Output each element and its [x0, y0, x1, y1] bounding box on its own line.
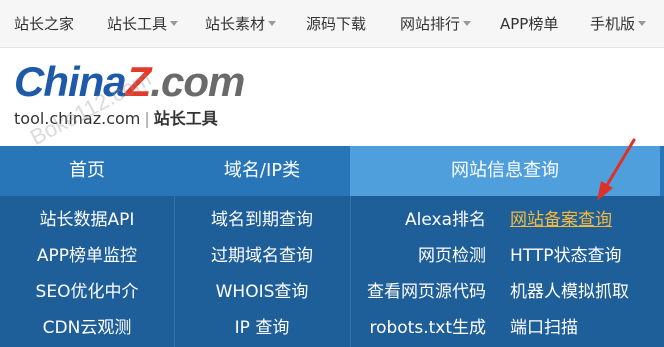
- tool-menu-panel: 首页 域名/IP类 网站信息查询 站长数据API APP榜单监控 SEO优化中介…: [0, 146, 664, 347]
- chevron-down-icon: [268, 21, 277, 26]
- menu-item-alexa[interactable]: Alexa排名: [350, 202, 486, 238]
- tab-home[interactable]: 首页: [0, 146, 174, 196]
- menu-item-expired-domain[interactable]: 过期域名查询: [174, 238, 350, 274]
- chinaz-logo[interactable]: ChinaZ.com: [14, 58, 245, 106]
- nav-item-chinaz-home[interactable]: 站长之家: [14, 0, 74, 48]
- chevron-down-icon: [170, 21, 179, 26]
- nav-item-label: 网站排行: [400, 15, 461, 33]
- chevron-down-icon: [463, 21, 472, 26]
- nav-item-label: 源码下载: [306, 15, 367, 33]
- tab-site-info-query[interactable]: 网站信息查询: [350, 146, 660, 196]
- tab-domain-ip[interactable]: 域名/IP类: [174, 146, 350, 196]
- menu-item-http-status[interactable]: HTTP状态查询: [510, 238, 622, 274]
- nav-item-materials[interactable]: 站长素材: [205, 0, 277, 48]
- menu-item-robot-crawl[interactable]: 机器人模拟抓取: [510, 274, 629, 310]
- nav-item-label: APP榜单: [500, 15, 559, 33]
- menu-item-domain-expiry[interactable]: 域名到期查询: [174, 202, 350, 238]
- menu-item-ip-query[interactable]: IP 查询: [174, 310, 350, 346]
- menu-tab-bar: 首页 域名/IP类 网站信息查询: [0, 146, 664, 196]
- nav-item-label: 手机版: [590, 15, 636, 33]
- menu-item-cdn[interactable]: CDN云观测: [0, 310, 174, 346]
- menu-item-robots[interactable]: robots.txt生成: [350, 310, 486, 346]
- header-logo-area: ChinaZ.com tool.chinaz.com | 站长工具: [0, 48, 664, 146]
- menu-item-icp-record[interactable]: 网站备案查询: [510, 202, 612, 238]
- nav-item-mobile[interactable]: 手机版: [590, 0, 647, 48]
- menu-item-page-check[interactable]: 网页检测: [350, 238, 486, 274]
- logo-subtitle: tool.chinaz.com | 站长工具: [14, 105, 218, 129]
- menu-item-app-monitor[interactable]: APP榜单监控: [0, 238, 174, 274]
- nav-item-site-ranking[interactable]: 网站排行: [400, 0, 472, 48]
- nav-item-webmaster-tools[interactable]: 站长工具: [107, 0, 179, 48]
- chevron-down-icon: [638, 21, 647, 26]
- nav-item-app-ranking[interactable]: APP榜单: [500, 0, 558, 48]
- menu-item-view-source[interactable]: 查看网页源代码: [350, 274, 486, 310]
- menu-item-port-scan[interactable]: 端口扫描: [510, 310, 578, 346]
- nav-item-label: 站长之家: [14, 15, 75, 33]
- nav-item-label: 站长工具: [107, 15, 168, 33]
- nav-item-label: 站长素材: [205, 15, 266, 33]
- top-nav-bar: 站长之家 站长工具 站长素材 源码下载 网站排行 APP榜单 手机版: [0, 0, 664, 48]
- logo-separator: |: [144, 109, 150, 128]
- nav-item-source-download[interactable]: 源码下载: [306, 0, 366, 48]
- menu-item-whois[interactable]: WHOIS查询: [174, 274, 350, 310]
- menu-item-api[interactable]: 站长数据API: [0, 202, 174, 238]
- menu-item-seo-agency[interactable]: SEO优化中介: [0, 274, 174, 310]
- logo-domain: tool.chinaz.com: [14, 109, 141, 128]
- logo-tagline: 站长工具: [153, 109, 218, 128]
